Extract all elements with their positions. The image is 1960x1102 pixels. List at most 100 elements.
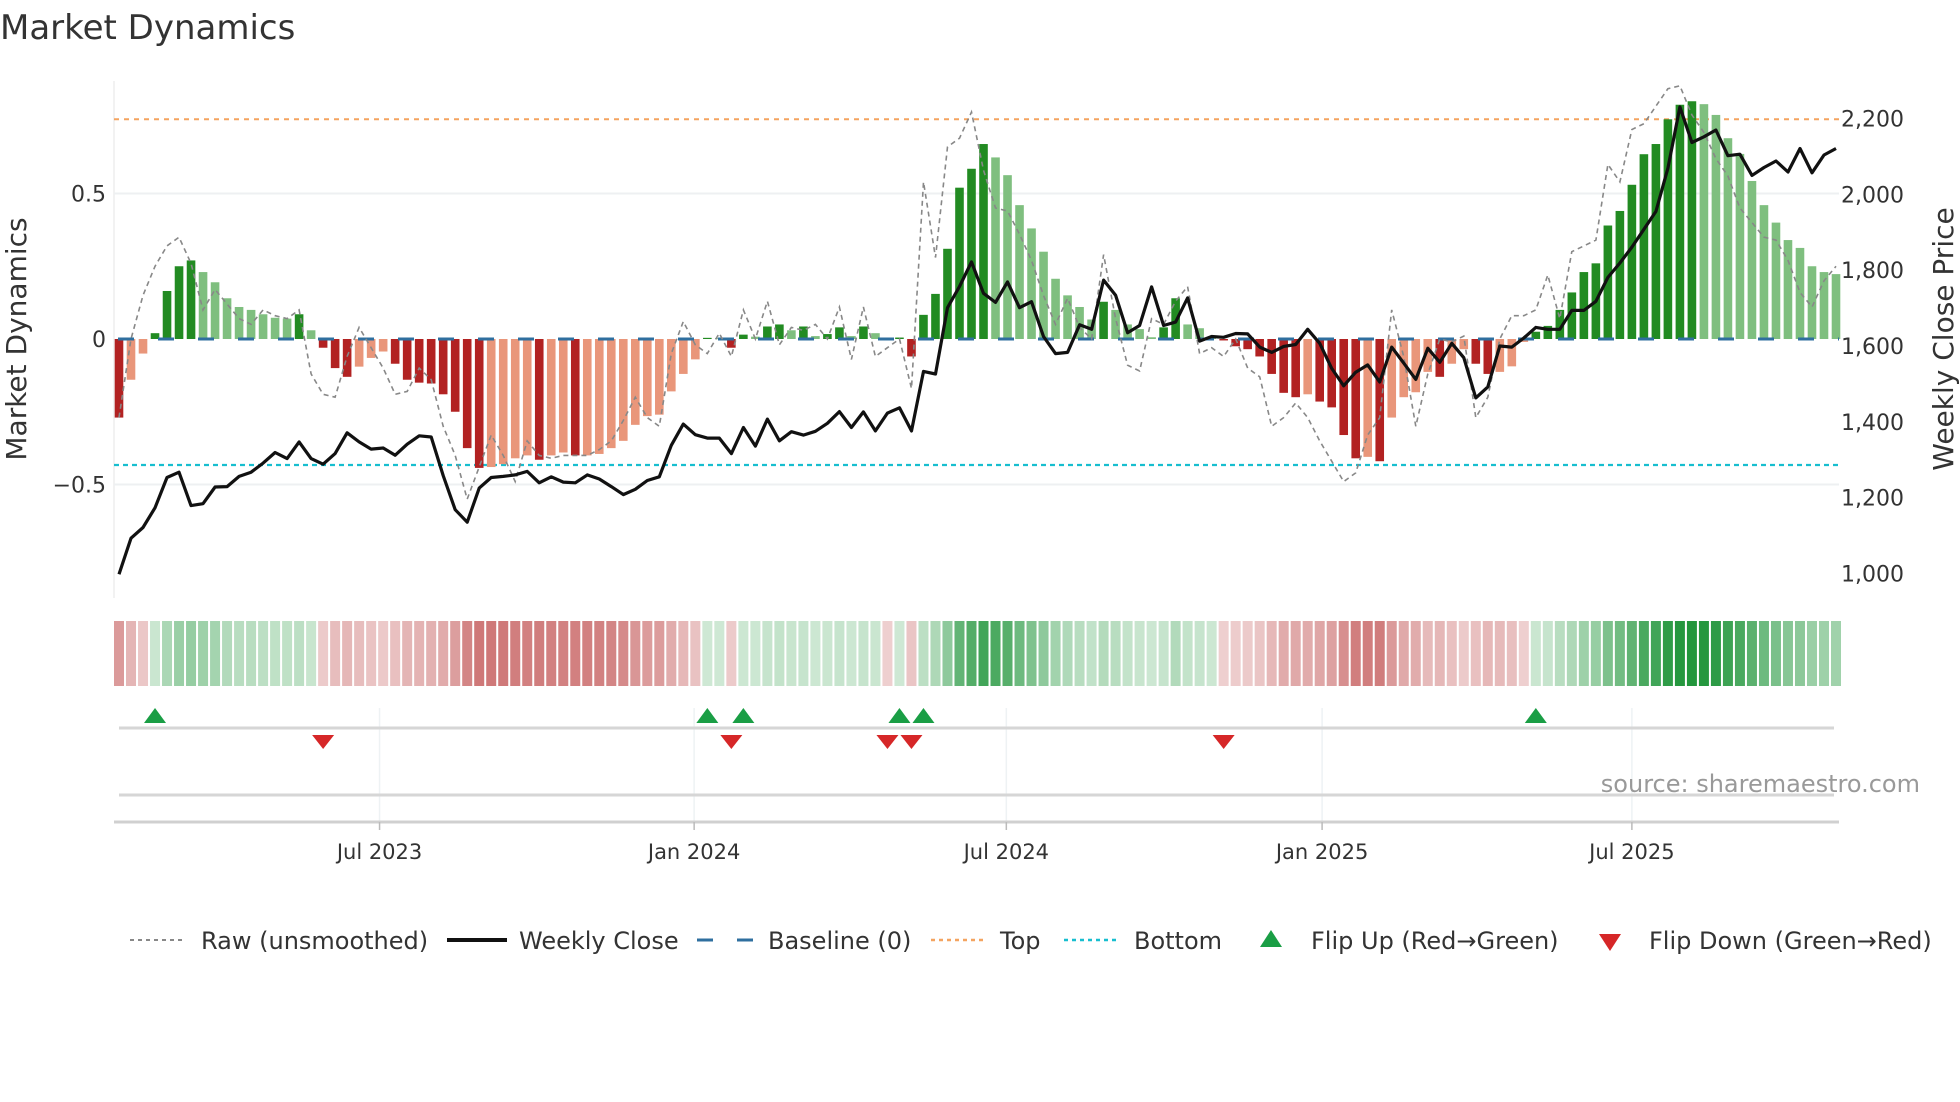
heatmap-cell	[318, 621, 329, 686]
bar	[763, 326, 772, 339]
bar	[522, 339, 532, 456]
heatmap-cell	[1194, 621, 1205, 686]
heatmap-cell	[654, 621, 665, 686]
heatmap-cell	[270, 621, 281, 686]
heatmap-cell	[990, 621, 1001, 686]
flip-down-marker	[876, 735, 899, 749]
bar	[739, 334, 748, 339]
flip-up-marker	[696, 708, 719, 723]
smoothed-bars	[114, 101, 1841, 468]
heatmap-cell	[366, 621, 377, 686]
legend: Raw (unsmoothed) Weekly Close Baseline (…	[130, 927, 1932, 955]
heatmap-cell	[570, 621, 581, 686]
heatmap-cell	[1002, 621, 1013, 686]
bar	[967, 168, 976, 339]
bar	[1063, 295, 1072, 339]
heatmap-cell	[1014, 621, 1025, 686]
heatmap-cell	[954, 621, 965, 686]
heatmap-cell	[1038, 621, 1049, 686]
bar	[703, 337, 712, 339]
heatmap-cell	[1158, 621, 1169, 686]
x-axis-ticks: Jul 2023 Jan 2024 Jul 2024 Jan 2025 Jul 2025	[335, 822, 1675, 864]
bar	[354, 339, 364, 367]
flip-up-marker	[912, 708, 935, 723]
heatmap-cell	[1374, 621, 1385, 686]
heatmap-cell	[1506, 621, 1517, 686]
heatmap-cell	[1698, 621, 1709, 686]
heatmap-cell	[1302, 621, 1313, 686]
heatmap-cell	[798, 621, 809, 686]
legend-label-baseline: Baseline (0)	[768, 927, 911, 955]
heatmap-cell	[1638, 621, 1649, 686]
heatmap-cell	[1254, 621, 1265, 686]
heatmap-cell	[894, 621, 905, 686]
heatmap-cell	[1278, 621, 1289, 686]
bar	[631, 339, 640, 425]
bar	[594, 339, 604, 454]
heatmap-cell	[1566, 621, 1577, 686]
bar	[414, 339, 424, 383]
heatmap-cell	[1662, 621, 1673, 686]
heatmap-cell	[930, 621, 941, 686]
heatmap-cell	[1290, 621, 1301, 686]
heatmap-cell	[822, 621, 833, 686]
legend-label-bottom: Bottom	[1134, 927, 1222, 955]
bar	[486, 339, 496, 468]
bar	[643, 339, 652, 417]
bar	[1303, 339, 1312, 395]
bar	[1291, 339, 1300, 398]
bar	[1183, 324, 1192, 339]
heatmap-cell	[474, 621, 485, 686]
flip-down-marker	[720, 735, 743, 749]
heatmap-cell	[1458, 621, 1469, 686]
right-tick-label: 1,400	[1841, 411, 1904, 436]
flip-markers-panel	[114, 708, 1839, 824]
heatmap-cell	[858, 621, 869, 686]
triangle-down-icon	[1599, 934, 1621, 951]
heatmap-cell	[258, 621, 269, 686]
bar	[1639, 154, 1649, 339]
bar	[787, 330, 796, 339]
heatmap-cell	[1470, 621, 1481, 686]
bar	[294, 314, 304, 339]
bar	[991, 157, 1000, 339]
heatmap-cell	[870, 621, 881, 686]
heatmap-cell	[1734, 621, 1745, 686]
heatmap-cell	[1626, 621, 1637, 686]
heatmap-cell	[1530, 621, 1541, 686]
chart-title: Market Dynamics	[0, 8, 295, 48]
heatmap-cell	[918, 621, 929, 686]
heatmap-cell	[774, 621, 785, 686]
heatmap-cell	[1266, 621, 1277, 686]
bar	[1159, 327, 1168, 339]
bar	[1147, 337, 1156, 339]
heatmap-cell	[726, 621, 737, 686]
heatmap-cell	[810, 621, 821, 686]
bar	[1219, 339, 1228, 341]
heatmap-cell	[282, 621, 293, 686]
bar	[1027, 228, 1036, 339]
heatmap-cell	[174, 621, 185, 686]
heatmap-cell	[450, 621, 461, 686]
heatmap-cell	[1446, 621, 1457, 686]
bar	[955, 187, 964, 339]
bar	[1015, 205, 1024, 339]
heatmap-cell	[1831, 621, 1841, 686]
heatmap-cell	[114, 621, 124, 686]
heatmap-cell	[534, 621, 545, 686]
bar	[258, 314, 268, 339]
heatmap-cell	[1650, 621, 1661, 686]
heatmap-cell	[1074, 621, 1085, 686]
heatmap-cell	[1482, 621, 1493, 686]
legend-item-top: Top	[931, 927, 1041, 955]
heatmap-cell	[738, 621, 749, 686]
bar	[474, 339, 484, 468]
bar	[859, 326, 868, 339]
bar	[1675, 104, 1685, 340]
bar	[438, 339, 448, 395]
bar	[835, 327, 844, 339]
heatmap-cell	[1818, 621, 1829, 686]
bar	[210, 282, 220, 339]
flip-down-marker	[900, 735, 923, 749]
bar	[138, 339, 148, 354]
